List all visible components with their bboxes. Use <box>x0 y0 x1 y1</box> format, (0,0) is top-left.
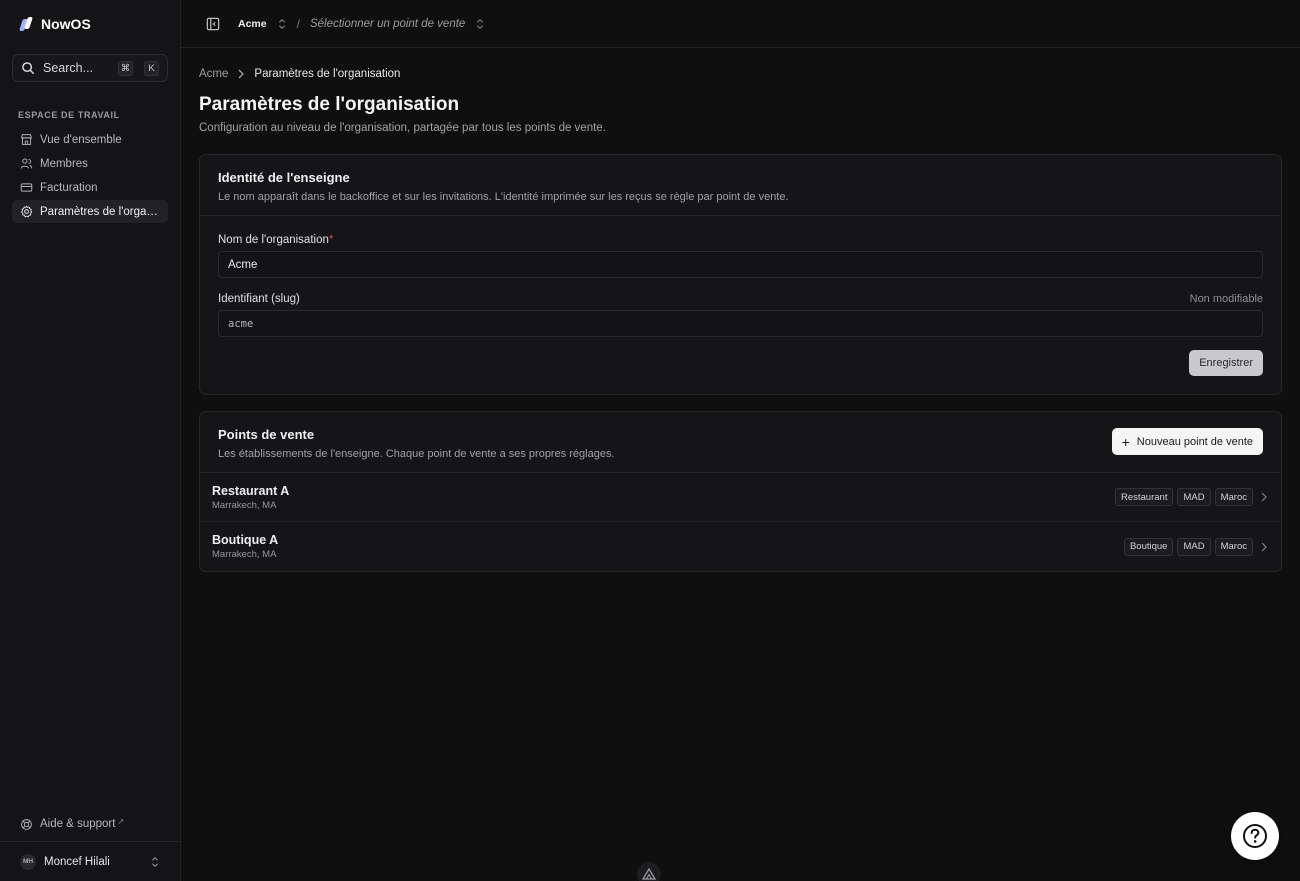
chevrons-up-down-icon <box>152 856 158 867</box>
identity-card-description: Le nom apparaît dans le backoffice et su… <box>218 191 789 203</box>
external-link-icon: ↗ <box>117 816 125 826</box>
help-button[interactable] <box>1231 812 1279 860</box>
chevrons-up-down-icon[interactable] <box>277 18 287 30</box>
sidebar-item-org-settings[interactable]: Paramètres de l'organ... <box>12 200 168 223</box>
identity-card-title: Identité de l'enseigne <box>218 170 350 185</box>
pos-row[interactable]: Restaurant A Marrakech, MA Restaurant MA… <box>200 473 1281 522</box>
org-name-label-text: Nom de l'organisation <box>218 234 329 246</box>
pos-currency-badge: MAD <box>1177 488 1211 506</box>
pos-card-header: Points de vente Les établissements de l'… <box>200 412 1281 473</box>
pos-info: Boutique A Marrakech, MA <box>212 533 1120 560</box>
page-subtitle: Configuration au niveau de l'organisatio… <box>199 122 606 134</box>
pos-location: Marrakech, MA <box>212 499 277 511</box>
org-name-label: Nom de l'organisation* <box>218 234 333 246</box>
user-name: Moncef Hilali <box>44 855 110 868</box>
pos-country-badge: Maroc <box>1214 537 1253 556</box>
pos-name: Boutique A <box>212 533 279 547</box>
brand-name: NowOS <box>41 15 91 32</box>
identity-card-header: Identité de l'enseigne Le nom apparaît d… <box>200 155 1281 216</box>
pos-info: Restaurant A Marrakech, MA <box>212 484 1111 511</box>
topbar: Acme / Sélectionner un point de vente <box>181 0 1300 48</box>
slug-readonly-note: Non modifiable <box>1189 293 1263 305</box>
slug-label-row: Identifiant (slug) Non modifiable <box>218 293 1263 305</box>
pos-currency-badge: MAD <box>1177 537 1211 556</box>
chevron-right-icon <box>238 69 245 79</box>
pos-country-badge: Maroc <box>1214 488 1253 506</box>
sidebar-item-overview[interactable]: Vue d'ensemble <box>12 128 168 151</box>
avatar: MH <box>20 853 36 870</box>
help-support-label: Aide & support <box>40 818 116 830</box>
breadcrumb-current: Paramètres de l'organisation <box>254 68 401 80</box>
nowos-logo-icon <box>19 16 33 31</box>
pos-type-badge: Restaurant <box>1114 488 1174 506</box>
org-switcher[interactable]: Acme <box>238 18 267 30</box>
sidebar-toggle-icon[interactable] <box>206 17 220 31</box>
breadcrumb: Acme Paramètres de l'organisation <box>199 68 1282 80</box>
question-icon <box>1243 824 1267 848</box>
store-icon <box>21 134 32 145</box>
slug-input: acme <box>218 310 1263 337</box>
card-icon <box>20 183 33 192</box>
pos-card-title: Points de vente <box>218 427 315 442</box>
lifebuoy-icon <box>21 818 32 830</box>
pos-card: Points de vente Les établissements de l'… <box>199 411 1282 572</box>
triangle-logo-icon <box>642 868 656 880</box>
pos-row[interactable]: Boutique A Marrakech, MA Boutique MAD Ma… <box>200 522 1281 571</box>
sidebar: NowOS Search... ⌘ K ESPACE DE TRAVAIL Vu… <box>0 0 181 881</box>
pos-card-description: Les établissements de l'enseigne. Chaque… <box>218 448 615 460</box>
pos-location: Marrakech, MA <box>212 549 277 560</box>
pos-card-heading: Points de vente Les établissements de l'… <box>218 427 615 460</box>
gear-icon <box>21 205 33 218</box>
help-support-link[interactable]: Aide & support ↗ <box>12 813 168 835</box>
chevron-right-icon <box>1261 542 1267 551</box>
sidebar-item-label: Vue d'ensemble <box>40 133 122 146</box>
breadcrumb-root[interactable]: Acme <box>199 68 228 80</box>
sidebar-item-label: Facturation <box>40 181 98 194</box>
page-title: Paramètres de l'organisation <box>199 94 460 115</box>
new-pos-button[interactable]: + Nouveau point de vente <box>1111 428 1263 455</box>
search-label: Search... <box>43 61 94 75</box>
identity-card-body: Nom de l'organisation* Acme Identifiant … <box>200 216 1281 394</box>
page-content: Acme Paramètres de l'organisation Paramè… <box>181 48 1300 572</box>
org-name-input[interactable]: Acme <box>218 251 1263 278</box>
breadcrumb-separator: / <box>296 16 300 31</box>
dev-tools-icon[interactable] <box>637 862 661 881</box>
chevrons-up-down-icon[interactable] <box>475 18 485 30</box>
pos-name: Restaurant A <box>212 483 290 498</box>
search-button[interactable]: Search... ⌘ K <box>12 54 168 82</box>
store-switcher[interactable]: Sélectionner un point de vente <box>310 18 465 30</box>
brand[interactable]: NowOS <box>0 0 180 47</box>
sidebar-item-billing[interactable]: Facturation <box>12 176 168 199</box>
save-button[interactable]: Enregistrer <box>1189 350 1263 376</box>
kbd-k: K <box>144 60 159 76</box>
sidebar-item-label: Membres <box>40 157 88 170</box>
app-shell: NowOS Search... ⌘ K ESPACE DE TRAVAIL Vu… <box>0 0 1300 881</box>
required-mark: * <box>328 234 334 246</box>
users-icon <box>20 158 33 169</box>
identity-actions: Enregistrer <box>218 350 1263 376</box>
kbd-cmd: ⌘ <box>118 60 133 76</box>
plus-icon: + <box>1121 433 1130 450</box>
search-icon <box>22 62 34 74</box>
pos-type-badge: Boutique <box>1123 537 1174 556</box>
sidebar-item-members[interactable]: Membres <box>12 152 168 175</box>
identity-card: Identité de l'enseigne Le nom apparaît d… <box>199 154 1282 395</box>
org-name-label-row: Nom de l'organisation* <box>218 234 1263 246</box>
slug-label: Identifiant (slug) <box>218 293 300 305</box>
new-pos-label: Nouveau point de vente <box>1136 435 1253 448</box>
user-menu[interactable]: MH Moncef Hilali <box>0 841 180 881</box>
chevron-right-icon <box>1261 492 1267 502</box>
sidebar-item-label: Paramètres de l'organ... <box>40 205 160 218</box>
section-label-workspace: ESPACE DE TRAVAIL <box>18 110 120 120</box>
main-area: Acme / Sélectionner un point de vente Ac… <box>181 0 1300 881</box>
